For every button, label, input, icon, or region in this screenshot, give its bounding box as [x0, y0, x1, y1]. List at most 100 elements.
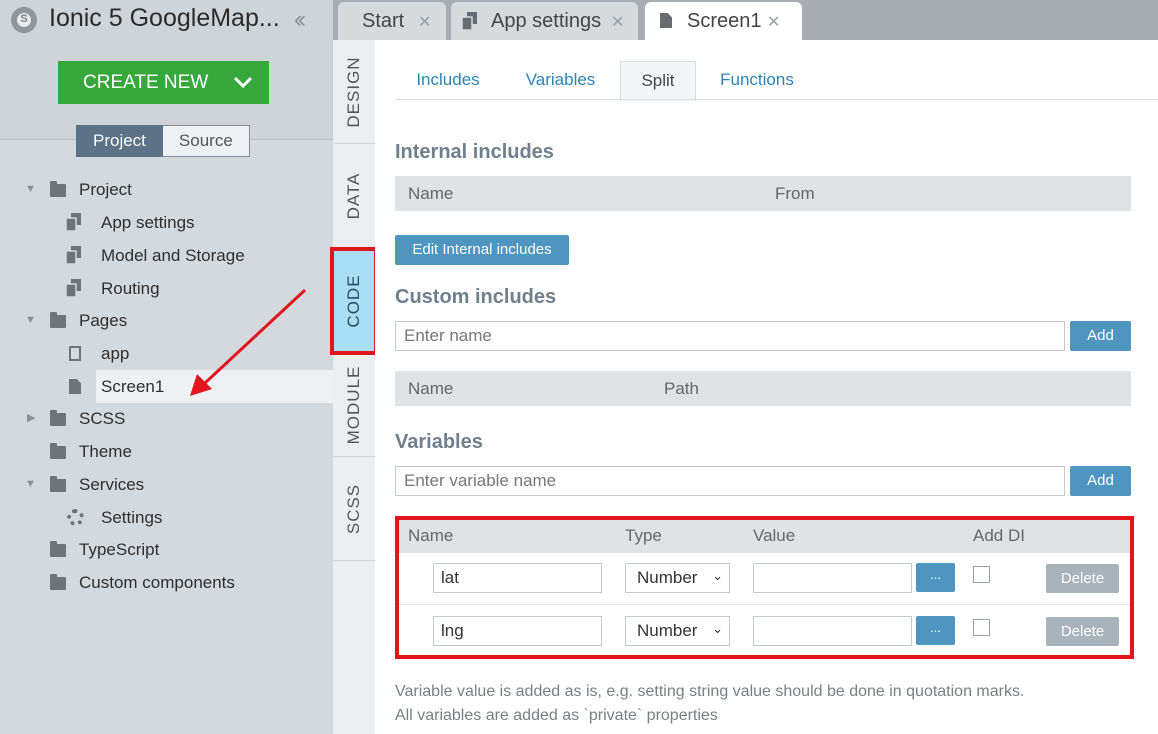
folder-icon — [50, 181, 66, 197]
custom-include-name-input[interactable]: Enter name — [395, 321, 1065, 351]
close-icon[interactable]: ✕ — [767, 12, 780, 32]
file-icon — [69, 379, 81, 394]
variable-name-input[interactable]: Enter variable name — [395, 466, 1065, 496]
collapse-sidebar-icon[interactable]: ‹‹ — [294, 6, 306, 34]
subtab-split[interactable]: Split — [620, 61, 696, 101]
variable-type-select[interactable]: Number ⌄ — [625, 563, 730, 593]
custom-includes-title: Custom includes — [395, 286, 557, 308]
project-toggle-button[interactable]: Project — [76, 125, 163, 157]
delete-button[interactable]: Delete — [1046, 564, 1119, 593]
app-title: Ionic 5 GoogleMap... — [49, 4, 280, 32]
tree-item-pages[interactable]: ▼ Pages — [25, 304, 325, 337]
pages-icon — [66, 213, 81, 231]
internal-includes-title: Internal includes — [395, 141, 554, 163]
col-name: Name — [408, 379, 454, 398]
tree-item-typescript[interactable]: TypeScript — [25, 533, 325, 566]
folder-icon — [50, 312, 66, 328]
chevron-down-icon: ⌄ — [712, 621, 723, 636]
value-editor-button[interactable]: ... — [916, 563, 955, 592]
tree-item-app[interactable]: app — [69, 337, 319, 370]
tree-item-label: Services — [79, 475, 145, 494]
subtab-includes[interactable]: Includes — [397, 61, 499, 101]
add-di-checkbox[interactable] — [973, 566, 990, 583]
tree-item-screen1[interactable]: Screen1 — [69, 370, 319, 403]
type-value: Number — [637, 568, 698, 587]
tree-item-label: Routing — [101, 279, 160, 298]
tree-item-label: Model and Storage — [101, 246, 245, 265]
vtab-label: DATA — [344, 172, 363, 219]
variables-title: Variables — [395, 431, 483, 453]
variable-value-field[interactable] — [753, 563, 912, 593]
chevron-down-icon: ⌄ — [712, 568, 723, 583]
variable-type-select[interactable]: Number ⌄ — [625, 616, 730, 646]
col-name: Name — [408, 184, 454, 203]
file-icon — [69, 346, 81, 361]
col-path: Path — [664, 379, 699, 398]
sidebar-header: S Ionic 5 GoogleMap... ‹‹ CREATE NEW — [0, 0, 333, 140]
file-icon — [660, 13, 672, 28]
tree-item-label: SCSS — [79, 409, 126, 428]
chevron-down-icon[interactable] — [230, 69, 256, 95]
vtab-label: DESIGN — [344, 55, 363, 128]
subtab-divider — [395, 99, 1158, 100]
variable-value-field[interactable] — [753, 616, 912, 646]
caret-right-icon[interactable]: ▶ — [27, 402, 39, 435]
vtab-module[interactable]: MODULE — [333, 353, 375, 457]
delete-button[interactable]: Delete — [1046, 617, 1119, 646]
tree-item-label: Settings — [101, 508, 163, 527]
close-icon[interactable]: ✕ — [418, 12, 431, 32]
tab-label: App settings — [491, 10, 602, 32]
folder-icon — [50, 443, 66, 459]
tree-item-routing[interactable]: Routing — [66, 272, 326, 305]
tab-label: Screen1 — [687, 10, 762, 32]
vtab-code[interactable]: CODE — [330, 247, 378, 355]
tree-item-theme[interactable]: Theme — [25, 435, 325, 468]
close-icon[interactable]: ✕ — [611, 12, 624, 32]
pages-icon — [462, 12, 477, 30]
col-name: Name — [408, 526, 454, 545]
tab-screen1[interactable]: Screen1 ✕ — [645, 2, 802, 40]
folder-icon — [50, 476, 66, 492]
vtab-data[interactable]: DATA — [333, 144, 375, 248]
caret-down-icon[interactable]: ▼ — [25, 304, 37, 337]
tree-item-scss[interactable]: ▶ SCSS — [25, 402, 325, 435]
col-add-di: Add DI — [973, 526, 1025, 545]
vtab-label: CODE — [344, 273, 363, 328]
vtab-label: SCSS — [344, 483, 363, 534]
variables-table-header: Name Type Value Add DI — [399, 520, 1130, 553]
caret-down-icon[interactable]: ▼ — [25, 468, 37, 501]
tree-item-app-settings[interactable]: App settings — [66, 206, 326, 239]
caret-down-icon[interactable]: ▼ — [25, 173, 37, 206]
tree-item-services[interactable]: ▼ Services — [25, 468, 325, 501]
subtab-variables[interactable]: Variables — [509, 61, 612, 101]
tab-app-settings[interactable]: App settings ✕ — [451, 2, 638, 40]
tree-item-project[interactable]: ▼ Project — [25, 173, 325, 206]
value-editor-button[interactable]: ... — [916, 616, 955, 645]
tree-item-settings[interactable]: Settings — [67, 501, 317, 534]
vtab-label: MODULE — [344, 365, 363, 444]
tree-item-label: App settings — [101, 213, 195, 232]
tree-item-model-and-storage[interactable]: Model and Storage — [66, 239, 326, 272]
editor-tab-bar: Start ✕ App settings ✕ Screen1 ✕ — [333, 0, 1158, 40]
tree-item-custom-components[interactable]: Custom components — [25, 566, 325, 599]
source-toggle-button[interactable]: Source — [162, 125, 250, 157]
tab-start[interactable]: Start ✕ — [338, 2, 446, 40]
variable-name-field[interactable]: lat — [433, 563, 602, 593]
add-di-checkbox[interactable] — [973, 619, 990, 636]
pages-icon — [66, 279, 81, 297]
edit-internal-includes-button[interactable]: Edit Internal includes — [395, 235, 569, 265]
tree-item-label: app — [101, 344, 130, 363]
col-type: Type — [625, 526, 662, 545]
tree-item-label: Screen1 — [101, 377, 165, 396]
variable-name-field[interactable]: lng — [433, 616, 602, 646]
vtab-design[interactable]: DESIGN — [333, 40, 375, 144]
table-row: lng Number ⌄ ... Delete — [399, 606, 1130, 658]
create-new-button[interactable]: CREATE NEW — [58, 61, 269, 104]
variables-note-1: Variable value is added as is, e.g. sett… — [395, 683, 1025, 700]
add-variable-button[interactable]: Add — [1070, 466, 1131, 496]
col-from: From — [775, 184, 815, 203]
add-custom-include-button[interactable]: Add — [1070, 321, 1131, 351]
vtab-scss[interactable]: SCSS — [333, 457, 375, 561]
subtab-functions[interactable]: Functions — [705, 61, 809, 101]
tree-item-label: Theme — [79, 442, 132, 461]
